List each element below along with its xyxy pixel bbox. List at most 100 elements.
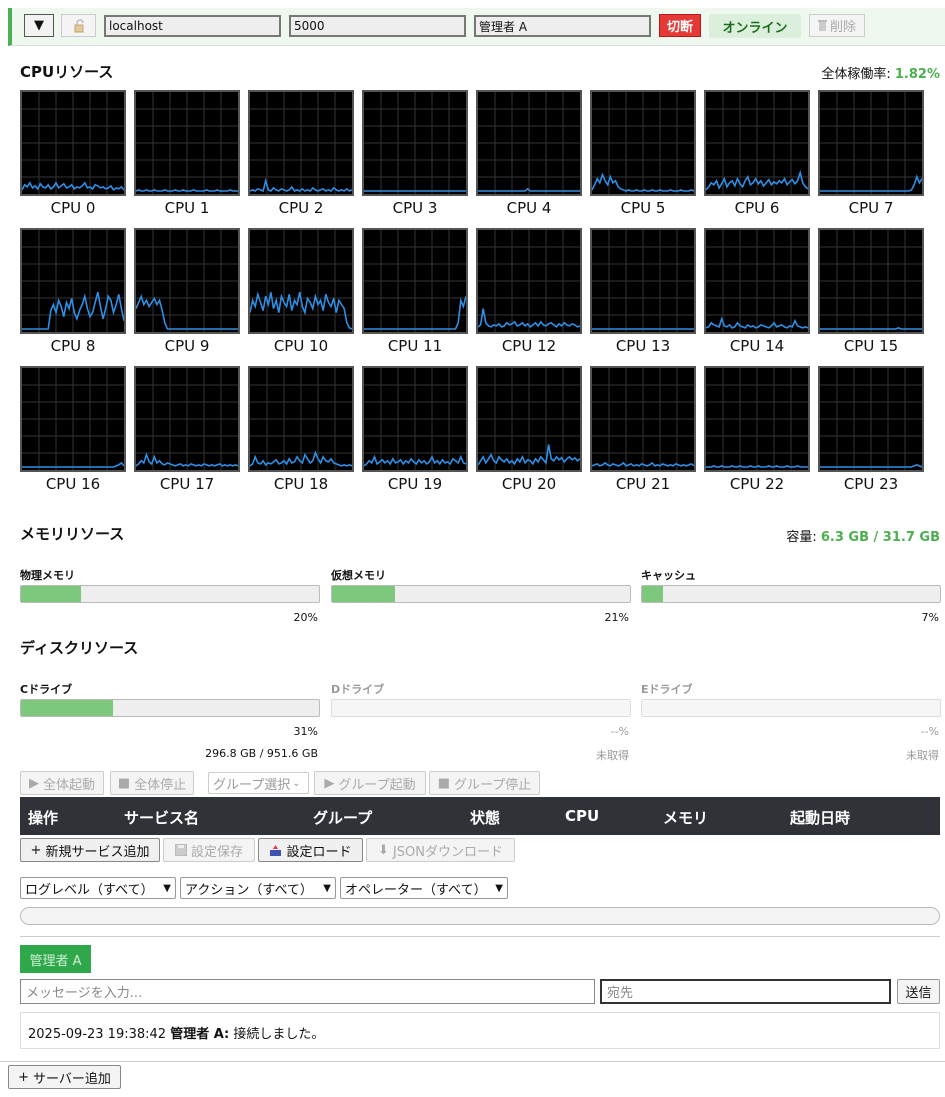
- cpu-graph: [20, 228, 126, 334]
- operator-filter-value: オペレーター（すべて）: [345, 882, 487, 898]
- download-icon: ⬇: [378, 842, 389, 858]
- cpu-label: CPU 18: [273, 475, 329, 493]
- group-select[interactable]: グループ選択 ⌄: [208, 772, 309, 794]
- json-download-label: JSONダウンロード: [392, 844, 503, 860]
- disk-label: Eドライブ: [641, 683, 693, 696]
- disk-usage-percent: 31%: [293, 725, 318, 738]
- cpu-label: CPU 20: [501, 475, 557, 493]
- cpu-label: CPU 4: [506, 199, 552, 217]
- chevron-down-icon: ▼: [323, 882, 331, 894]
- lock-button[interactable]: [61, 14, 96, 37]
- host-input[interactable]: [104, 15, 281, 37]
- user-tab[interactable]: 管理者 A: [20, 945, 91, 973]
- disk-usage-bar: [641, 699, 941, 717]
- memory-capacity-label: 容量:: [786, 530, 817, 545]
- unlock-icon: [74, 18, 84, 32]
- play-icon: ▶: [324, 775, 335, 791]
- section-divider: [20, 936, 940, 937]
- chevron-down-icon: ▼: [163, 882, 171, 894]
- memory-usage-bar: [20, 585, 320, 603]
- memory-usage-percent: 20%: [293, 611, 318, 624]
- cpu-core-14: CPU 14: [704, 228, 810, 358]
- operator-filter[interactable]: オペレーター（すべて） ▼: [340, 877, 508, 899]
- cpu-label: CPU 3: [392, 199, 438, 217]
- disk-size: 未取得: [596, 749, 629, 762]
- memory-usage-percent: 7%: [921, 611, 939, 624]
- log-level-filter[interactable]: ログレベル（すべて） ▼: [20, 877, 176, 899]
- cpu-label: CPU 19: [387, 475, 443, 493]
- disconnect-button[interactable]: 切断: [659, 14, 701, 37]
- message-input[interactable]: メッセージを入力...: [20, 979, 595, 1004]
- cpu-graph: [818, 90, 924, 196]
- delete-label: 削除: [829, 20, 856, 35]
- add-server-button[interactable]: + サーバー追加: [8, 1065, 121, 1089]
- group-stop-button[interactable]: ■ グループ停止: [429, 771, 540, 795]
- disk-usage-fill: [21, 700, 114, 716]
- col-service-name: サービス名: [124, 809, 200, 827]
- start-all-label: 全体起動: [42, 777, 95, 793]
- disk-size: 未取得: [906, 749, 939, 762]
- group-start-label: グループ起動: [338, 777, 416, 793]
- cpu-label: CPU 5: [620, 199, 666, 217]
- col-group: グループ: [313, 809, 373, 827]
- collapse-toggle-button[interactable]: ▼: [24, 14, 54, 37]
- load-config-button[interactable]: 設定ロード: [258, 838, 363, 862]
- delete-button[interactable]: 削除: [809, 14, 865, 37]
- cpu-graph: [818, 228, 924, 334]
- memory-capacity: 容量: 6.3 GB / 31.7 GB: [786, 526, 940, 545]
- cpu-core-15: CPU 15: [818, 228, 924, 358]
- action-filter-value: アクション（すべて）: [185, 882, 313, 898]
- cpu-label: CPU 7: [848, 199, 894, 217]
- cpu-graph: [704, 228, 810, 334]
- start-all-button[interactable]: ▶ 全体起動: [20, 771, 104, 795]
- cpu-overall-usage: 全体稼働率: 1.82%: [821, 63, 940, 82]
- recipient-input[interactable]: 宛先: [600, 979, 891, 1004]
- memory-label: 物理メモリ: [20, 569, 75, 582]
- stop-all-button[interactable]: ■ 全体停止: [110, 771, 194, 795]
- json-download-button[interactable]: ⬇ JSONダウンロード: [366, 838, 515, 862]
- add-service-label: 新規サービス追加: [45, 844, 150, 860]
- disk-usage-bar: [331, 699, 631, 717]
- add-service-button[interactable]: + 新規サービス追加: [20, 838, 160, 862]
- cpu-graph: [476, 228, 582, 334]
- send-button[interactable]: 送信: [897, 979, 940, 1004]
- trash-icon: [817, 20, 827, 31]
- cpu-core-16: CPU 16: [20, 366, 126, 496]
- action-filter[interactable]: アクション（すべて） ▼: [180, 877, 336, 899]
- save-icon: [174, 844, 187, 856]
- chevron-down-icon: ⌄: [292, 777, 301, 789]
- cpu-core-6: CPU 6: [704, 90, 810, 220]
- memory-section-title: メモリリソース: [20, 525, 125, 543]
- cpu-core-2: CPU 2: [248, 90, 354, 220]
- port-input[interactable]: [289, 15, 466, 37]
- cpu-core-9: CPU 9: [134, 228, 240, 358]
- chevron-down-icon: ▼: [34, 18, 44, 33]
- memory-usage-fill: [332, 586, 395, 602]
- cpu-graph: [590, 228, 696, 334]
- cpu-core-8: CPU 8: [20, 228, 126, 358]
- cpu-core-7: CPU 7: [818, 90, 924, 220]
- disk-usage-percent: --%: [610, 725, 629, 738]
- cpu-usage-line: [706, 465, 808, 468]
- cpu-core-1: CPU 1: [134, 90, 240, 220]
- cpu-label: CPU 13: [615, 337, 671, 355]
- status-badge: オンライン: [709, 14, 801, 38]
- group-start-button[interactable]: ▶ グループ起動: [314, 771, 426, 795]
- cpu-graph: [362, 90, 468, 196]
- cpu-graph: [134, 228, 240, 334]
- cpu-section-title: CPUリソース: [20, 63, 114, 81]
- cpu-graph: [362, 366, 468, 472]
- cpu-core-12: CPU 12: [476, 228, 582, 358]
- cpu-graph: [704, 90, 810, 196]
- cpu-label: CPU 2: [278, 199, 324, 217]
- disk-section-title: ディスクリソース: [20, 639, 139, 657]
- cpu-core-0: CPU 0: [20, 90, 126, 220]
- cpu-core-3: CPU 3: [362, 90, 468, 220]
- cpu-core-10: CPU 10: [248, 228, 354, 358]
- plus-icon: +: [18, 1069, 30, 1085]
- cpu-core-11: CPU 11: [362, 228, 468, 358]
- cpu-core-21: CPU 21: [590, 366, 696, 496]
- save-config-button[interactable]: 設定保存: [163, 838, 255, 862]
- operator-input[interactable]: [474, 15, 651, 37]
- disk-usage-bar: [20, 699, 320, 717]
